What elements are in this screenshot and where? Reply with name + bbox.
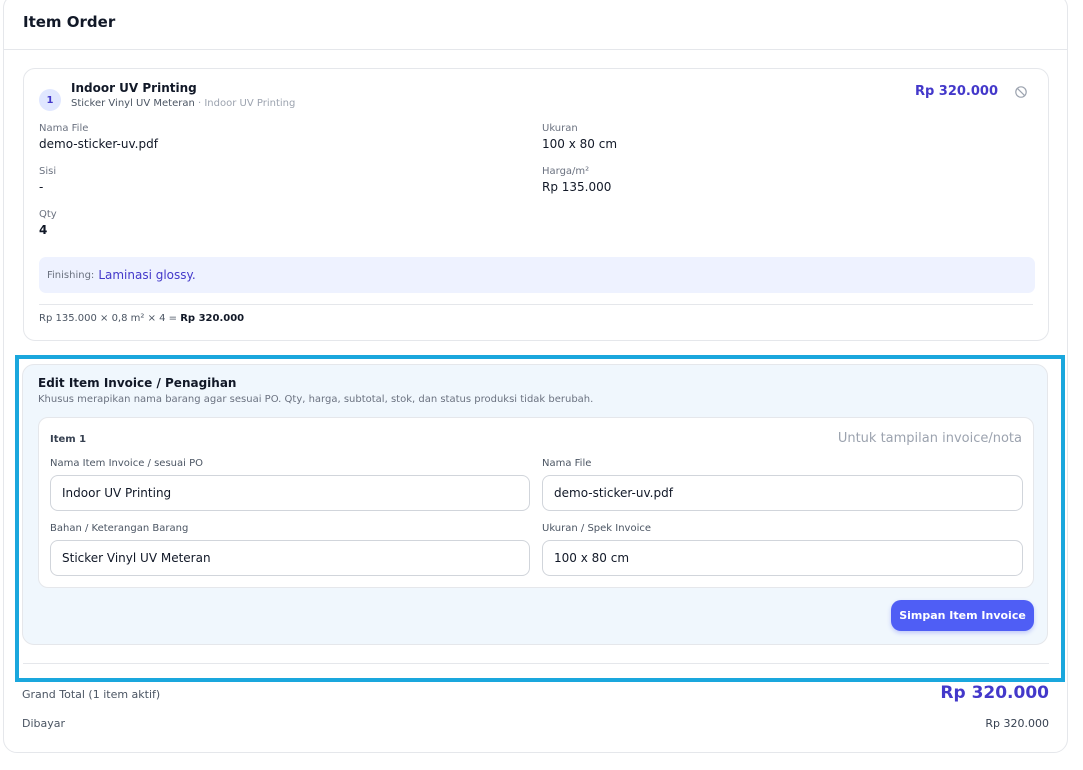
item-subtitle: Sticker Vinyl UV Meteran · Indoor UV Pri…	[71, 98, 295, 109]
grand-total-label: Grand Total (1 item aktif)	[22, 688, 161, 701]
side-value: -	[39, 180, 44, 194]
unit-price-label: Harga/m²	[542, 166, 590, 177]
item-title: Indoor UV Printing	[71, 81, 197, 95]
size-field: Ukuran 100 x 80 cm	[542, 123, 617, 151]
paid-label: Dibayar	[22, 717, 66, 730]
finishing-label: Finishing:	[47, 269, 95, 281]
finishing-value: Laminasi glossy.	[98, 268, 196, 282]
edit-section-highlight	[15, 355, 1065, 682]
calc-formula: Rp 135.000 × 0,8 m² × 4 =	[39, 313, 181, 324]
grand-total-value: Rp 320.000	[940, 683, 1049, 703]
size-label: Ukuran	[542, 123, 578, 134]
order-item-card: 1 Indoor UV Printing Sticker Vinyl UV Me…	[23, 68, 1049, 341]
item-category: Indoor UV Printing	[204, 98, 296, 109]
qty-label: Qty	[39, 209, 57, 220]
item-price: Rp 320.000	[914, 84, 998, 99]
side-label: Sisi	[39, 166, 57, 177]
file-name-field: Nama File demo-sticker-uv.pdf	[39, 123, 158, 151]
price-calculation: Rp 135.000 × 0,8 m² × 4 = Rp 320.000	[39, 313, 244, 324]
file-name-label: Nama File	[39, 123, 89, 134]
item-number-badge: 1	[39, 89, 61, 111]
size-value: 100 x 80 cm	[542, 137, 618, 151]
unit-price-field: Harga/m² Rp 135.000	[542, 166, 611, 194]
qty-value: 4	[39, 223, 48, 237]
unit-price-value: Rp 135.000	[542, 180, 612, 194]
card-header: Item Order	[4, 0, 1067, 50]
finishing-box: Finishing: Laminasi glossy.	[39, 257, 1035, 293]
item-material: Sticker Vinyl UV Meteran	[71, 98, 195, 109]
calc-total: Rp 320.000	[180, 313, 245, 324]
side-field: Sisi -	[39, 166, 56, 194]
ban-icon[interactable]	[1014, 84, 1028, 98]
qty-field: Qty 4	[39, 209, 57, 237]
page-title: Item Order	[23, 13, 116, 31]
file-name-value: demo-sticker-uv.pdf	[39, 137, 158, 151]
paid-value: Rp 320.000	[985, 717, 1049, 730]
item-subtitle-separator: ·	[194, 98, 205, 109]
divider	[39, 304, 1033, 305]
ban-icon-svg	[1015, 86, 1027, 98]
